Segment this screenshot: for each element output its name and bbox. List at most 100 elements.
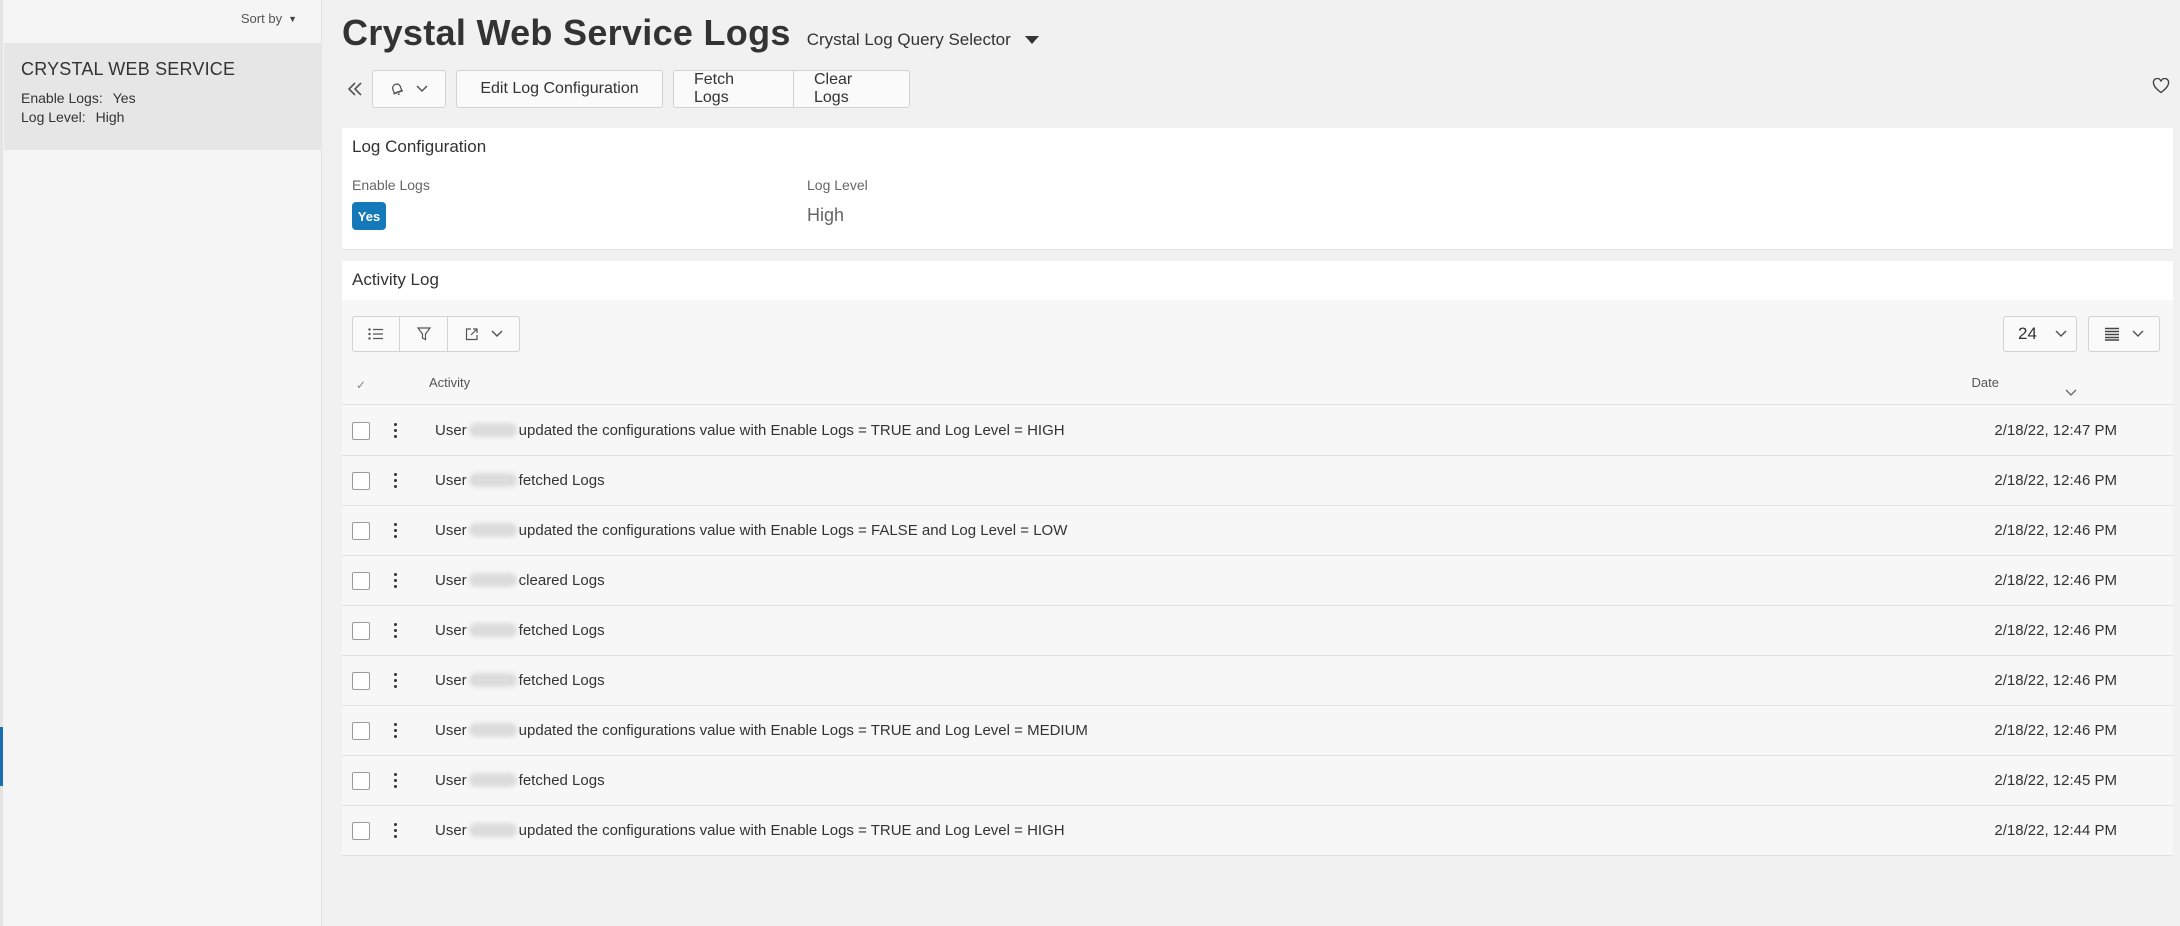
select-all-checkmark[interactable]: ✓ [356,378,366,392]
command-toolbar: Edit Log Configuration Fetch Logs Clear … [342,70,910,108]
more-vertical-icon [393,572,397,576]
row-checkbox[interactable] [352,522,370,540]
row-checkbox[interactable] [352,622,370,640]
row-checkbox[interactable] [352,772,370,790]
row-actions-menu[interactable] [389,468,401,492]
activity-description: updated the configurations value with En… [518,722,1088,739]
activity-prefix: User [435,472,467,489]
row-actions-menu[interactable] [389,418,401,442]
log-level-label: Log Level [807,177,868,193]
row-actions-menu[interactable] [389,618,401,642]
more-vertical-icon [393,822,397,826]
page-size-dropdown[interactable]: 24 [2003,316,2077,352]
table-row[interactable]: User fetched Logs 2/18/22, 12:46 PM [342,656,2173,706]
activity-description: fetched Logs [518,622,605,639]
enable-logs-label: Enable Logs [352,177,430,193]
page-size-value: 24 [2018,324,2037,343]
activity-text: User fetched Logs [435,672,605,689]
enable-logs-badge: Yes [352,202,386,230]
activity-description: fetched Logs [518,672,605,689]
row-checkbox[interactable] [352,572,370,590]
row-actions-menu[interactable] [389,718,401,742]
activity-text: User updated the configurations value wit… [435,822,1065,839]
query-selector-dropdown[interactable]: Crystal Log Query Selector [807,30,1039,50]
table-row[interactable]: User updated the configurations value wit… [342,406,2173,456]
table-row[interactable]: User updated the configurations value wit… [342,506,2173,556]
log-configuration-title: Log Configuration [352,137,487,156]
navigator-enable-logs-label: Enable Logs: [21,90,103,106]
more-vertical-icon-dot [393,728,397,732]
activity-date: 2/18/22, 12:44 PM [1994,822,2117,839]
export-menu-button[interactable] [448,316,520,352]
page-title: Crystal Web Service Logs [342,12,791,53]
sort-descending-icon [2065,389,2077,396]
heart-icon [2152,77,2170,94]
fetch-logs-button[interactable]: Fetch Logs [673,70,794,108]
more-vertical-icon [393,472,397,476]
row-checkbox[interactable] [352,722,370,740]
main-content: Crystal Web Service Logs Crystal Log Que… [342,0,2180,926]
table-row[interactable]: User fetched Logs 2/18/22, 12:45 PM [342,756,2173,806]
activity-rows: User updated the configurations value wit… [342,406,2173,856]
activity-prefix: User [435,422,467,439]
notifications-menu-button[interactable] [372,70,446,108]
navigator-list-item[interactable]: CRYSTAL WEB SERVICE Enable Logs: Yes Log … [4,43,322,150]
more-vertical-icon-dot [393,628,397,632]
activity-date: 2/18/22, 12:47 PM [1994,422,2117,439]
more-vertical-icon [393,622,397,626]
more-vertical-icon [393,422,397,426]
sort-control[interactable]: Sort by ▼ [0,0,321,37]
table-view-menu-button[interactable] [2088,316,2160,352]
row-checkbox[interactable] [352,472,370,490]
activity-date: 2/18/22, 12:46 PM [1994,472,2117,489]
table-row[interactable]: User updated the configurations value wit… [342,806,2173,856]
clear-logs-button[interactable]: Clear Logs [794,70,910,108]
table-row[interactable]: User fetched Logs 2/18/22, 12:46 PM [342,606,2173,656]
activity-prefix: User [435,772,467,789]
list-view-button[interactable] [352,316,400,352]
activity-text: User updated the configurations value wit… [435,522,1067,539]
table-row[interactable]: User fetched Logs 2/18/22, 12:46 PM [342,456,2173,506]
page-header: Crystal Web Service Logs Crystal Log Que… [342,12,1039,54]
row-actions-menu[interactable] [389,568,401,592]
chevron-down-icon [2132,330,2144,338]
log-actions-group: Fetch Logs Clear Logs [673,70,910,108]
redacted-username [468,773,517,787]
more-vertical-icon-dot [393,478,397,482]
grid-header: ✓ Activity Date [342,369,2173,405]
caret-down-icon [1024,36,1039,44]
more-vertical-icon-dot [393,834,397,838]
row-actions-menu[interactable] [389,818,401,842]
more-vertical-icon [393,722,397,726]
chevron-down-icon [2055,330,2067,338]
log-level-value: High [807,205,845,225]
edit-log-configuration-button[interactable]: Edit Log Configuration [456,70,663,108]
activity-date: 2/18/22, 12:46 PM [1994,622,2117,639]
more-vertical-icon-dot [393,584,397,588]
table-row[interactable]: User cleared Logs 2/18/22, 12:46 PM [342,556,2173,606]
more-vertical-icon-dot [393,528,397,532]
row-actions-menu[interactable] [389,518,401,542]
row-checkbox[interactable] [352,822,370,840]
row-checkbox[interactable] [352,672,370,690]
redacted-username [468,473,517,487]
table-rows-icon [2105,327,2119,341]
redacted-username [468,823,517,837]
collapse-navigator-button[interactable] [342,70,368,108]
redacted-username [468,523,517,537]
table-row[interactable]: User updated the configurations value wit… [342,706,2173,756]
navigator-log-level-label: Log Level: [21,109,86,125]
row-checkbox[interactable] [352,422,370,440]
query-selector-label: Crystal Log Query Selector [806,30,1011,49]
activity-log-card: Activity Log 24 ✓ Activity Date User upd… [342,261,2173,856]
activity-date: 2/18/22, 12:46 PM [1994,672,2117,689]
navigator-accent-bar [0,727,3,786]
row-actions-menu[interactable] [389,668,401,692]
chevron-down-icon [490,330,503,338]
activity-description: fetched Logs [518,472,605,489]
row-actions-menu[interactable] [389,768,401,792]
column-header-activity[interactable]: Activity [429,375,470,390]
favorite-button[interactable] [2152,77,2172,98]
column-header-date[interactable]: Date [1972,375,1999,390]
filter-button[interactable] [400,316,448,352]
